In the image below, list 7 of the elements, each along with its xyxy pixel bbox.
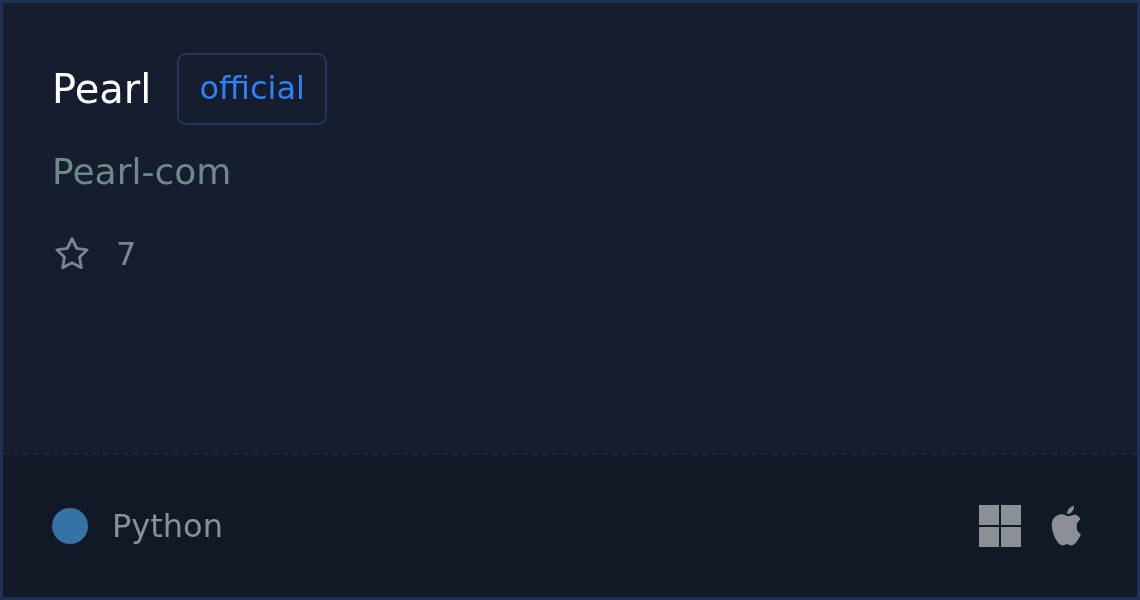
repo-card[interactable]: Pearl official Pearl-com 7 Python — [0, 0, 1140, 600]
repo-title: Pearl — [52, 66, 152, 112]
official-badge: official — [177, 53, 327, 125]
windows-icon — [979, 505, 1021, 547]
language-name: Python — [112, 507, 223, 545]
star-count: 7 — [116, 235, 137, 273]
owner-name: Pearl-com — [52, 151, 233, 192]
